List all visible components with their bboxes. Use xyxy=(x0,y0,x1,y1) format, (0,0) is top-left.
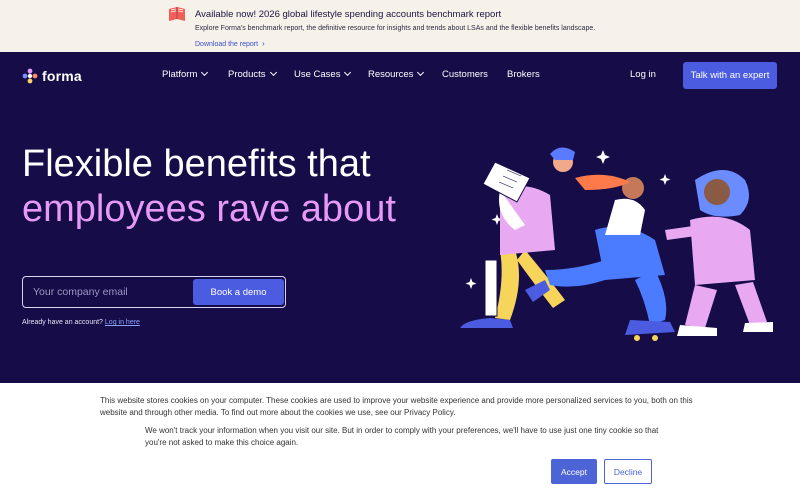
hero-headline-line1: Flexible benefits that xyxy=(22,143,371,185)
nav-item-label: Brokers xyxy=(507,69,540,80)
login-here-link[interactable]: Log in here xyxy=(105,319,140,326)
nav-item-resources[interactable]: Resources xyxy=(368,68,425,80)
chevron-down-icon xyxy=(417,68,425,77)
accept-cookies-button[interactable]: Accept xyxy=(551,459,597,484)
nav-item-label: Products xyxy=(228,69,266,80)
hero-illustration xyxy=(460,147,773,341)
company-email-input[interactable] xyxy=(24,278,192,306)
cookie-tracking-text: We won't track your information when you… xyxy=(145,426,659,447)
cookie-consent-banner: This website stores cookies on your comp… xyxy=(0,383,800,500)
skater-figure xyxy=(665,170,773,336)
chevron-right-icon: › xyxy=(262,39,265,48)
announcement-title: Available now! 2026 global lifestyle spe… xyxy=(195,9,502,20)
nav-item-use-cases[interactable]: Use Cases xyxy=(294,68,352,80)
forma-logo-icon xyxy=(22,68,38,84)
logo-text: forma xyxy=(42,68,82,84)
nav-item-label: Use Cases xyxy=(294,69,341,80)
book-demo-button[interactable]: Book a demo xyxy=(193,279,284,305)
nav-item-label: Customers xyxy=(442,69,488,80)
chevron-down-icon xyxy=(344,68,352,77)
reader-figure xyxy=(460,147,575,328)
cookie-notice-text: This website stores cookies on your comp… xyxy=(100,396,693,417)
nav-item-products[interactable]: Products xyxy=(228,68,277,80)
demo-signup-form: Book a demo xyxy=(22,276,286,308)
download-report-label: Download the report xyxy=(195,41,259,48)
account-prompt: Already have an account? Log in here xyxy=(22,319,140,326)
decline-cookies-button[interactable]: Decline xyxy=(604,459,652,484)
login-link[interactable]: Log in xyxy=(630,69,656,80)
nav-item-platform[interactable]: Platform xyxy=(162,68,209,80)
download-report-link[interactable]: Download the report › xyxy=(195,39,265,48)
nav-item-brokers[interactable]: Brokers xyxy=(507,69,540,80)
announcement-subtitle: Explore Forma's benchmark report, the de… xyxy=(195,25,596,32)
chevron-down-icon xyxy=(201,68,209,77)
nav-item-customers[interactable]: Customers xyxy=(442,69,488,80)
chevron-down-icon xyxy=(269,68,277,77)
forma-logo[interactable]: forma xyxy=(22,67,82,85)
top-navigation: forma Platform Products Use Cases Resour… xyxy=(0,52,800,100)
hero-headline-line2: employees rave about xyxy=(22,188,396,230)
talk-with-expert-button[interactable]: Talk with an expert xyxy=(683,62,777,89)
nav-item-label: Resources xyxy=(368,69,414,80)
announcement-banner: Available now! 2026 global lifestyle spe… xyxy=(0,0,800,52)
nav-item-label: Platform xyxy=(162,69,198,80)
account-prompt-text: Already have an account? xyxy=(22,319,103,326)
book-icon xyxy=(169,7,185,21)
